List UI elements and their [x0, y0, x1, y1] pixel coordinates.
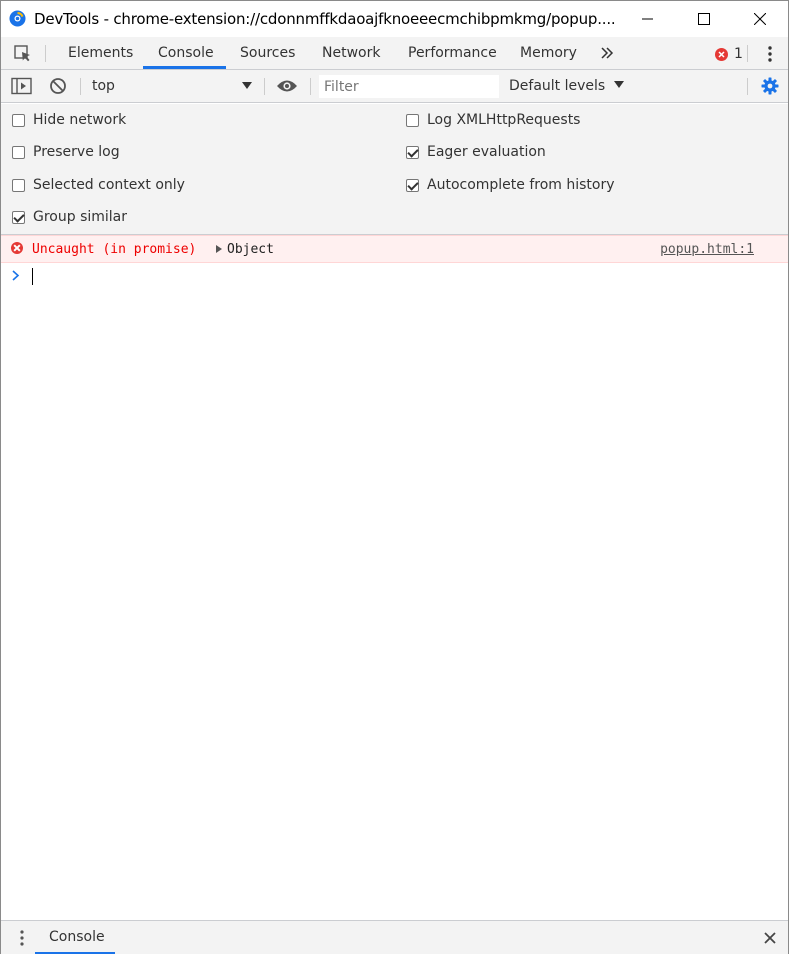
devtools-window: DevTools - chrome-extension://cdonnmffkd… — [0, 0, 789, 954]
devtools-logo-icon — [9, 10, 26, 27]
context-selector[interactable]: top — [86, 70, 261, 102]
text-caret — [32, 268, 33, 285]
maximize-button[interactable] — [681, 1, 727, 37]
expand-triangle-icon[interactable] — [216, 245, 222, 253]
log-levels-dropdown[interactable]: Default levels — [509, 78, 624, 94]
hide-network-checkbox[interactable] — [12, 113, 25, 127]
window-title: DevTools - chrome-extension://cdonnmffkd… — [34, 10, 616, 28]
more-tabs-icon[interactable] — [600, 46, 614, 60]
inspect-element-icon[interactable] — [13, 44, 33, 64]
hide-network-label: Hide network — [33, 112, 127, 128]
selected-context-only-label: Selected context only — [33, 177, 185, 193]
kebab-menu-icon[interactable] — [764, 44, 776, 64]
divider — [264, 78, 265, 95]
group-similar-checkbox[interactable] — [12, 210, 25, 224]
eager-evaluation-checkbox[interactable] — [406, 145, 419, 159]
error-counter[interactable]: 1 — [715, 46, 743, 62]
chevron-down-icon — [242, 82, 252, 89]
show-sidebar-icon[interactable] — [11, 77, 33, 95]
console-settings-gear-icon[interactable] — [761, 77, 779, 95]
eager-evaluation-option[interactable]: Eager evaluation — [406, 144, 546, 160]
preserve-log-checkbox[interactable] — [12, 145, 25, 159]
log-xmlhttprequests-checkbox[interactable] — [406, 113, 419, 127]
divider — [80, 78, 81, 95]
error-source-link[interactable]: popup.html:1 — [660, 242, 754, 257]
error-count-icon — [715, 47, 728, 61]
log-xmlhttprequests-label: Log XMLHttpRequests — [427, 112, 581, 128]
error-object[interactable]: Object — [227, 242, 274, 257]
preserve-log-label: Preserve log — [33, 144, 120, 160]
preserve-log-option[interactable]: Preserve log — [12, 144, 120, 160]
title-bar: DevTools - chrome-extension://cdonnmffkd… — [1, 1, 788, 37]
active-tab-indicator — [143, 66, 226, 69]
console-prompt[interactable] — [1, 263, 788, 287]
autocomplete-from-history-checkbox[interactable] — [406, 178, 419, 192]
live-expression-eye-icon[interactable] — [276, 79, 298, 93]
group-similar-option[interactable]: Group similar — [12, 209, 127, 225]
filter-input[interactable] — [319, 75, 499, 98]
tab-sources[interactable]: Sources — [240, 37, 295, 69]
minimize-icon — [642, 18, 653, 20]
bottom-drawer: Console — [1, 920, 788, 954]
clear-console-icon[interactable] — [49, 77, 67, 95]
divider — [747, 45, 748, 62]
drawer-menu-icon[interactable] — [18, 929, 26, 947]
eager-evaluation-label: Eager evaluation — [427, 144, 546, 160]
hide-network-option[interactable]: Hide network — [12, 112, 126, 128]
autocomplete-from-history-option[interactable]: Autocomplete from history — [406, 177, 615, 193]
tab-console[interactable]: Console — [158, 37, 214, 69]
selected-context-only-checkbox[interactable] — [12, 178, 25, 192]
divider — [747, 78, 748, 95]
divider — [45, 45, 46, 62]
console-settings-panel: Hide network Preserve log Selected conte… — [1, 104, 788, 235]
autocomplete-from-history-label: Autocomplete from history — [427, 177, 615, 193]
error-text: Uncaught (in promise) — [32, 242, 197, 257]
chevron-down-icon — [613, 81, 624, 88]
context-label: top — [92, 78, 115, 94]
minimize-button[interactable] — [625, 1, 671, 37]
tab-network[interactable]: Network — [322, 37, 380, 69]
error-icon — [11, 242, 23, 254]
selected-context-only-option[interactable]: Selected context only — [12, 177, 185, 193]
panel-tab-bar: Elements Console Sources Network Perform… — [1, 37, 788, 70]
log-levels-label: Default levels — [509, 78, 606, 94]
tab-elements[interactable]: Elements — [68, 37, 133, 69]
prompt-chevron-icon — [12, 270, 20, 281]
maximize-icon — [698, 13, 710, 25]
drawer-tab-console[interactable]: Console — [49, 929, 105, 945]
error-count: 1 — [734, 46, 743, 62]
group-similar-label: Group similar — [33, 209, 128, 225]
close-window-button[interactable] — [737, 1, 783, 37]
tab-memory[interactable]: Memory — [520, 37, 577, 69]
console-toolbar: top Default levels — [1, 70, 788, 103]
console-error-message: Uncaught (in promise) Object popup.html:… — [1, 235, 788, 263]
divider — [310, 78, 311, 95]
close-icon — [754, 13, 766, 25]
tab-performance[interactable]: Performance — [408, 37, 497, 69]
close-drawer-icon[interactable] — [764, 932, 776, 944]
log-xmlhttprequests-option[interactable]: Log XMLHttpRequests — [406, 112, 580, 128]
